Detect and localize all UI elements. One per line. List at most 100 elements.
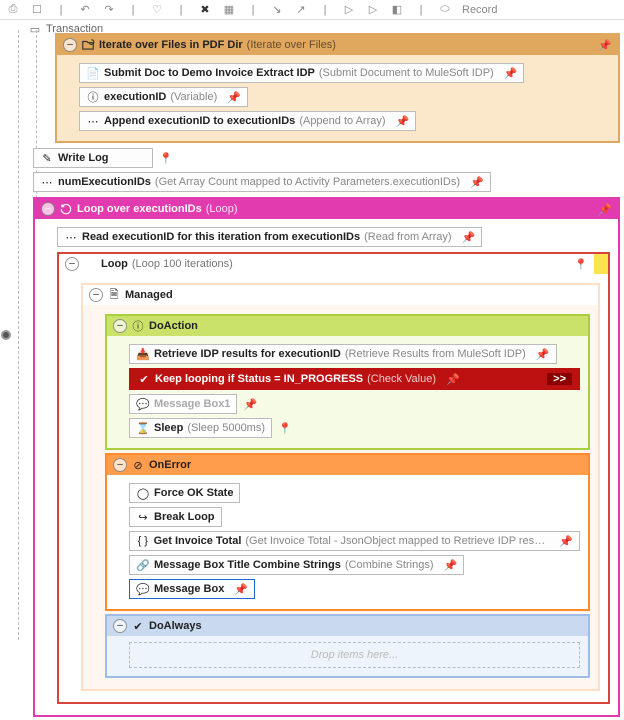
- collapse-icon[interactable]: –: [89, 288, 103, 302]
- tree-handle[interactable]: [1, 330, 11, 340]
- tree-guide: [18, 30, 19, 640]
- transaction-icon: ▭: [28, 22, 42, 36]
- pin-icon[interactable]: 📌: [559, 535, 573, 548]
- step-read-executionid[interactable]: ⋯ Read executionID for this iteration fr…: [57, 227, 482, 247]
- doalways-title: DoAlways: [149, 620, 202, 632]
- collapse-icon[interactable]: –: [113, 458, 127, 472]
- loop-executionids-container[interactable]: – Loop over executionIDs (Loop) 📌 ⋯ Read…: [33, 197, 620, 717]
- expand-icon[interactable]: >>: [547, 373, 572, 385]
- onerror-icon: ⊘: [131, 458, 145, 472]
- pin-icon[interactable]: 📌: [243, 398, 257, 411]
- toolbar-sep: |: [318, 3, 332, 17]
- read-array-icon: ⋯: [64, 230, 78, 244]
- managed-container[interactable]: – 🗎 Managed – ⓘ DoAction: [81, 283, 600, 691]
- pin-icon[interactable]: 📌: [598, 203, 612, 216]
- step-sub: (Get Invoice Total - JsonObject mapped t…: [245, 535, 549, 547]
- toolbar-btn[interactable]: ↶: [78, 3, 92, 17]
- iterate-header[interactable]: – Iterate over Files in PDF Dir (Iterate…: [57, 35, 618, 55]
- record-button[interactable]: Record: [462, 3, 497, 17]
- toolbar-sep: |: [174, 3, 188, 17]
- unpin-icon[interactable]: 📍: [278, 422, 292, 435]
- step-force-ok[interactable]: ◯ Force OK State: [129, 483, 240, 503]
- step-title: executionID: [104, 91, 166, 103]
- collapse-icon[interactable]: –: [41, 202, 55, 216]
- pin-icon[interactable]: 📌: [462, 231, 476, 244]
- step-title: Force OK State: [154, 487, 233, 499]
- unpin-icon[interactable]: 📍: [574, 258, 588, 271]
- toolbar-btn[interactable]: ▷: [366, 3, 380, 17]
- doaction-header[interactable]: – ⓘ DoAction: [107, 316, 588, 336]
- toolbar-btn[interactable]: ↗: [294, 3, 308, 17]
- retrieve-icon: 📥: [136, 347, 150, 361]
- pin-icon[interactable]: 📌: [443, 559, 457, 572]
- toolbar-btn[interactable]: ↷: [102, 3, 116, 17]
- pin-icon[interactable]: 📌: [536, 348, 550, 361]
- onerror-container[interactable]: – ⊘ OnError ◯ Force OK State: [105, 453, 590, 611]
- loop-exec-header[interactable]: – Loop over executionIDs (Loop) 📌: [35, 199, 618, 219]
- loop-100-header[interactable]: – Loop (Loop 100 iterations) 📍: [59, 254, 594, 274]
- top-toolbar: ⎙ ☐ | ↶ ↷ | ♡ | ✖ ▦ | ↘ ↗ | ▷ ▷ ◧ | ⬭ Re…: [0, 0, 624, 20]
- step-title: Write Log: [58, 152, 109, 164]
- loop-icon: [83, 257, 97, 271]
- step-break-loop[interactable]: ↪ Break Loop: [129, 507, 222, 527]
- drop-zone[interactable]: Drop items here...: [129, 642, 580, 668]
- pin-icon[interactable]: 📌: [598, 39, 612, 52]
- step-submit-idp[interactable]: 📄 Submit Doc to Demo Invoice Extract IDP…: [79, 63, 524, 83]
- loop100-title: Loop: [101, 258, 128, 270]
- pin-icon[interactable]: 📌: [396, 115, 410, 128]
- step-retrieve-idp[interactable]: 📥 Retrieve IDP results for executionID (…: [129, 344, 557, 364]
- iterate-title: Iterate over Files in PDF Dir: [99, 39, 243, 51]
- step-title: Message Box Title Combine Strings: [154, 559, 341, 571]
- managed-header[interactable]: – 🗎 Managed: [83, 285, 598, 305]
- step-title: Submit Doc to Demo Invoice Extract IDP: [104, 67, 315, 79]
- collapse-icon[interactable]: –: [113, 319, 127, 333]
- toolbar-btn[interactable]: ▷: [342, 3, 356, 17]
- loop-handle[interactable]: [594, 254, 608, 274]
- toolbar-btn[interactable]: ⬭: [438, 3, 452, 17]
- step-message-box1[interactable]: 💬 Message Box1: [129, 394, 237, 414]
- step-title: Break Loop: [154, 511, 215, 523]
- loop-exec-title: Loop over executionIDs: [77, 203, 202, 215]
- collapse-icon[interactable]: –: [113, 619, 127, 633]
- force-ok-icon: ◯: [136, 486, 150, 500]
- doalways-header[interactable]: – ✔ DoAlways: [107, 616, 588, 636]
- step-get-invoice-total[interactable]: { } Get Invoice Total (Get Invoice Total…: [129, 531, 580, 551]
- onerror-header[interactable]: – ⊘ OnError: [107, 455, 588, 475]
- toolbar-btn[interactable]: ◧: [390, 3, 404, 17]
- step-title: Read executionID for this iteration from…: [82, 231, 360, 243]
- loop-icon: [59, 202, 73, 216]
- step-title: Append executionID to executionIDs: [104, 115, 295, 127]
- toolbar-btn[interactable]: ↘: [270, 3, 284, 17]
- toolbar-btn[interactable]: ☐: [30, 3, 44, 17]
- step-sleep[interactable]: ⌛ Sleep (Sleep 5000ms): [129, 418, 272, 438]
- step-combine-strings[interactable]: 🔗 Message Box Title Combine Strings (Com…: [129, 555, 464, 575]
- loop-100-container[interactable]: – Loop (Loop 100 iterations) 📍: [57, 252, 610, 704]
- iterate-container[interactable]: – Iterate over Files in PDF Dir (Iterate…: [55, 33, 620, 143]
- step-message-box[interactable]: 💬 Message Box 📌: [129, 579, 255, 599]
- sleep-icon: ⌛: [136, 421, 150, 435]
- toolbar-btn[interactable]: ▦: [222, 3, 236, 17]
- step-write-log[interactable]: ✎ Write Log: [33, 148, 153, 168]
- pin-icon[interactable]: 📌: [234, 583, 248, 596]
- collapse-icon[interactable]: –: [65, 257, 79, 271]
- step-sub: (Combine Strings): [345, 559, 434, 571]
- unpin-icon[interactable]: 📍: [159, 152, 173, 165]
- step-num-executionids[interactable]: ⋯ numExecutionIDs (Get Array Count mappe…: [33, 172, 491, 192]
- folder-loop-icon: [81, 38, 95, 52]
- toolbar-btn[interactable]: ✖: [198, 3, 212, 17]
- doalways-container[interactable]: – ✔ DoAlways Drop items here...: [105, 614, 590, 678]
- doaction-container[interactable]: – ⓘ DoAction 📥 Retrieve IDP results for …: [105, 314, 590, 450]
- toolbar-btn[interactable]: ⎙: [6, 3, 20, 17]
- break-icon: ↪: [136, 510, 150, 524]
- workflow-canvas: – Iterate over Files in PDF Dir (Iterate…: [55, 30, 620, 720]
- pin-icon[interactable]: 📌: [470, 176, 484, 189]
- toolbar-btn[interactable]: ♡: [150, 3, 164, 17]
- step-append-array[interactable]: ⋯ Append executionID to executionIDs (Ap…: [79, 111, 416, 131]
- pin-icon[interactable]: 📌: [446, 373, 460, 386]
- loop-exec-sub: (Loop): [206, 203, 238, 215]
- pin-icon[interactable]: 📌: [504, 67, 518, 80]
- collapse-icon[interactable]: –: [63, 38, 77, 52]
- pin-icon[interactable]: 📌: [227, 91, 241, 104]
- step-keep-looping[interactable]: ✔ Keep looping if Status = IN_PROGRESS (…: [129, 368, 580, 390]
- step-executionid-var[interactable]: ⓘ executionID (Variable) 📌: [79, 87, 248, 107]
